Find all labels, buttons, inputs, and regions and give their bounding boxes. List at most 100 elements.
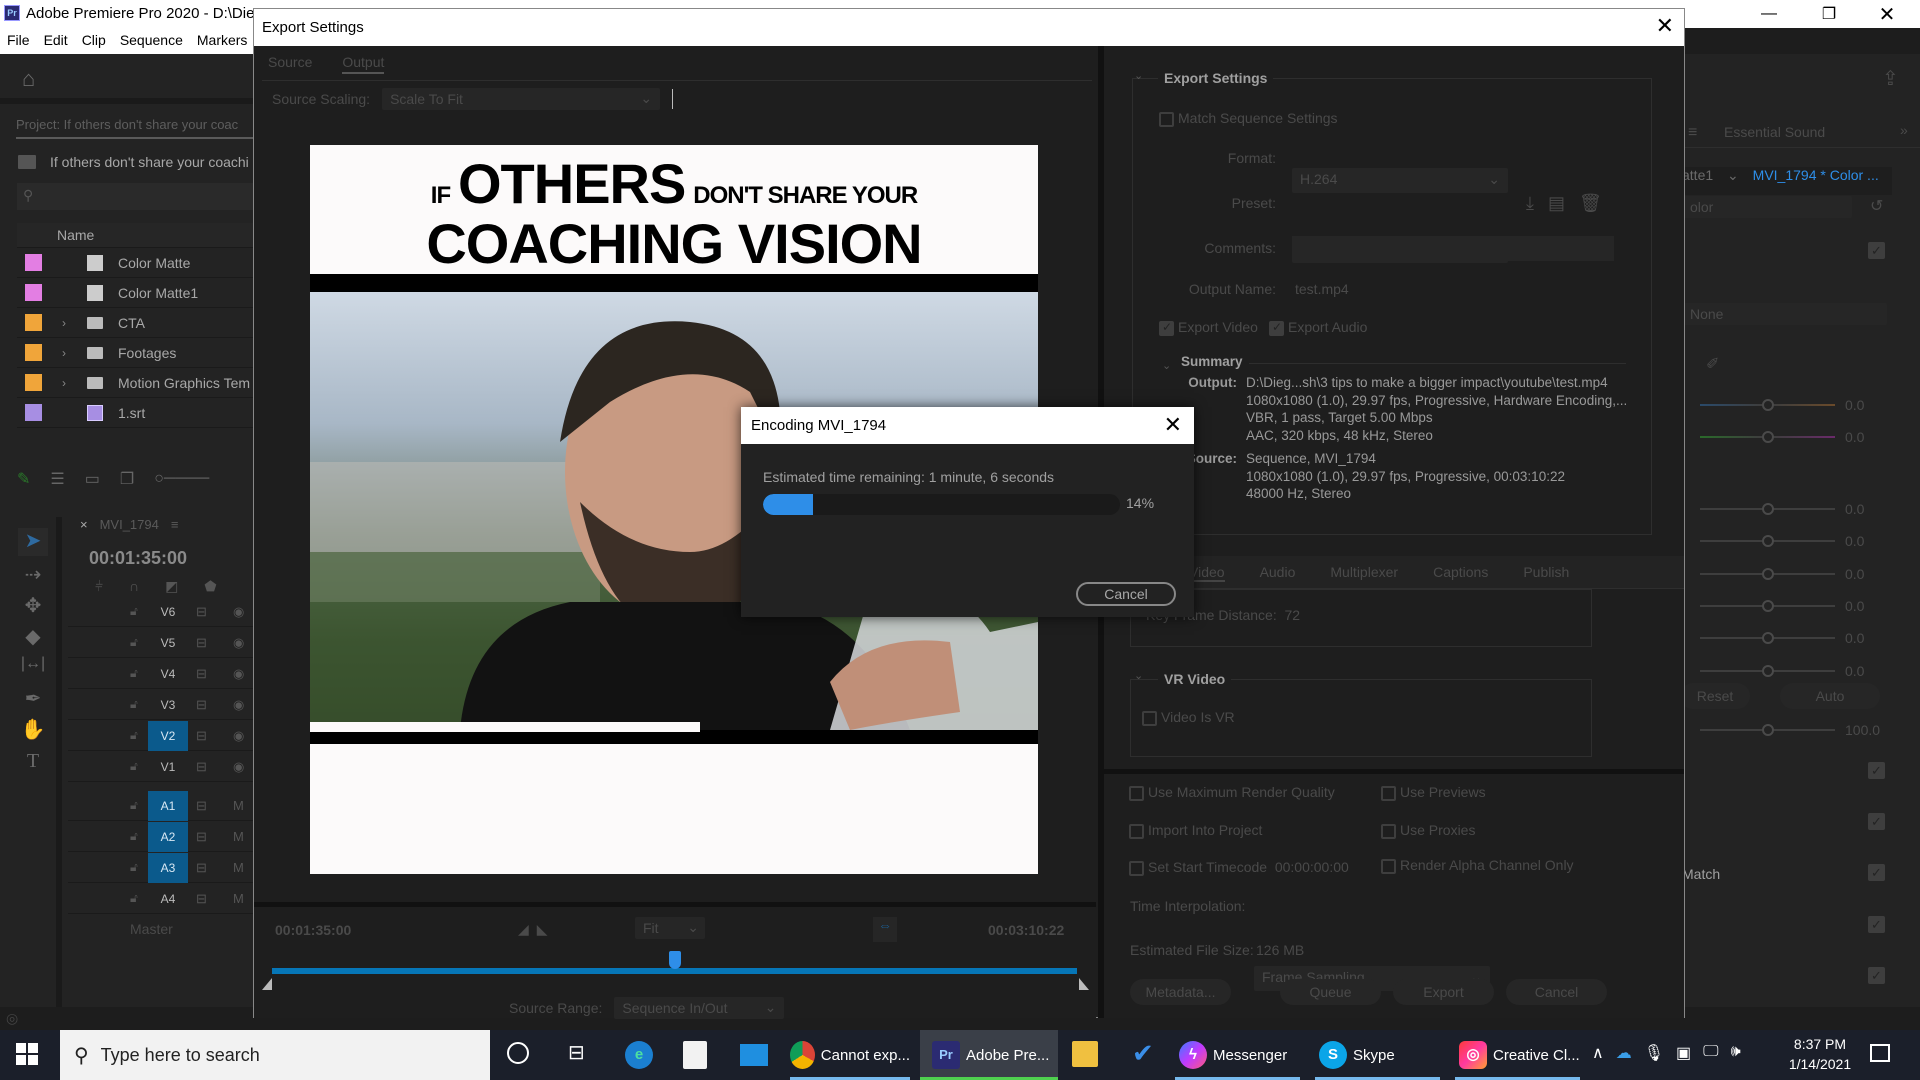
clip-label[interactable]: atte1 [1682, 167, 1713, 183]
taskbar-item-creative-cloud[interactable]: ◎ Creative Cl... [1455, 1030, 1580, 1080]
mute-button[interactable]: M [233, 860, 244, 875]
linked-select-icon[interactable]: ◩ [165, 578, 178, 595]
mute-button[interactable]: M [233, 798, 244, 813]
project-item[interactable]: Color Matte1 [17, 278, 257, 308]
project-item[interactable]: 1.srt [17, 398, 257, 428]
track-target-toggle[interactable]: V4 [148, 659, 188, 689]
eye-icon[interactable]: ◉ [233, 759, 244, 775]
checkbox-3[interactable]: ✓ [1868, 864, 1885, 881]
lumetri-slider[interactable]: 0.0 [1700, 566, 1864, 582]
checkbox-4[interactable]: ✓ [1868, 916, 1885, 933]
cancel-export-button[interactable]: Cancel [1506, 979, 1607, 1005]
tab-essential-sound[interactable]: Essential Sound [1724, 124, 1825, 140]
sync-lock-icon[interactable]: ⊟ [196, 829, 207, 845]
sync-lock-icon[interactable]: ⊟ [196, 635, 207, 651]
menu-clip[interactable]: Clip [75, 28, 113, 54]
video-is-vr-checkbox[interactable]: Video Is VR [1142, 709, 1235, 726]
lock-icon[interactable]: 🔓︎ [130, 604, 138, 619]
playhead-handle[interactable] [668, 951, 681, 969]
network-icon[interactable]: 🖵 [1703, 1043, 1718, 1063]
track-target-toggle[interactable]: V5 [148, 628, 188, 658]
checkbox-2[interactable]: ✓ [1868, 813, 1885, 830]
eye-icon[interactable]: ◉ [233, 635, 244, 651]
lock-icon[interactable]: 🔓︎ [130, 798, 138, 813]
sync-lock-icon[interactable]: ⊟ [196, 891, 207, 907]
mark-in-out-icons[interactable]: ◢◣ [518, 921, 556, 938]
eye-icon[interactable]: ◉ [233, 604, 244, 620]
collapse-icon[interactable]: ⌄ [1134, 669, 1143, 682]
pen-tool-icon[interactable]: ✒ [18, 686, 48, 714]
label-color-swatch[interactable] [25, 344, 42, 361]
encoding-close-button[interactable]: ✕ [1164, 412, 1182, 438]
slip-tool-icon[interactable]: |↔| [18, 655, 48, 683]
task-view-icon[interactable]: ⊟ [568, 1040, 585, 1065]
home-icon[interactable]: ⌂ [22, 66, 35, 92]
hand-tool-icon[interactable]: ✋ [18, 717, 48, 745]
battery-icon[interactable]: ▣ [1676, 1043, 1691, 1063]
lock-icon[interactable]: 🔓︎ [130, 829, 138, 844]
export-video-checkbox[interactable]: Export Video [1159, 319, 1258, 336]
track-target-toggle[interactable]: A2 [148, 821, 188, 852]
microphone-icon[interactable]: 🎙 [1644, 1043, 1664, 1063]
taskbar-item-chrome[interactable]: Cannot exp... [790, 1030, 910, 1080]
menu-file[interactable]: File [0, 28, 37, 54]
slider-knob[interactable] [1762, 503, 1774, 515]
project-item[interactable]: › Motion Graphics Tem [17, 368, 257, 398]
expand-chevron-icon[interactable]: › [62, 376, 66, 390]
chevron-down-icon[interactable]: ⌄ [1727, 167, 1739, 183]
expand-chevron-icon[interactable]: › [62, 346, 66, 360]
eyedropper-icon[interactable]: ✐ [1706, 354, 1719, 374]
timeline-tab[interactable]: × MVI_1794 ≡ [80, 517, 178, 532]
match-sequence-checkbox[interactable]: Match Sequence Settings [1159, 110, 1338, 127]
freeform-view-icon[interactable]: ❐ [120, 469, 134, 489]
lock-icon[interactable]: 🔓︎ [130, 697, 138, 712]
out-point-handle[interactable] [1079, 978, 1089, 990]
list-view-icon[interactable]: ☰ [50, 469, 64, 489]
label-color-swatch[interactable] [25, 284, 42, 301]
auto-button[interactable]: Auto [1780, 683, 1880, 709]
taskbar-search-input[interactable]: ⚲ Type here to search [60, 1030, 490, 1080]
project-search-input[interactable]: ⚲ [17, 183, 257, 210]
restore-button[interactable]: ❐ [1800, 0, 1858, 28]
subtab-publish[interactable]: Publish [1523, 564, 1569, 582]
razor-tool-icon[interactable]: ◆ [18, 624, 48, 652]
close-tab-icon[interactable]: × [80, 517, 88, 532]
subtab-video[interactable]: Video [1189, 564, 1225, 582]
checkbox-5[interactable]: ✓ [1868, 967, 1885, 984]
column-header-name[interactable]: Name [17, 223, 257, 248]
reset-button[interactable]: Reset [1680, 683, 1750, 709]
sync-lock-icon[interactable]: ⊟ [196, 604, 207, 620]
slider-knob[interactable] [1762, 431, 1774, 443]
project-item[interactable]: › CTA [17, 308, 257, 338]
track-target-toggle[interactable]: A4 [148, 884, 188, 914]
edge-icon[interactable]: e [625, 1041, 653, 1069]
import-into-project-checkbox[interactable]: Import Into Project [1129, 822, 1262, 839]
use-previews-checkbox[interactable]: Use Previews [1381, 784, 1486, 801]
export-close-button[interactable]: ✕ [1656, 13, 1674, 39]
saturation-slider[interactable]: 100.0 [1700, 722, 1880, 738]
track-select-tool-icon[interactable]: ⇢ [18, 562, 48, 590]
slider-knob[interactable] [1762, 665, 1774, 677]
folder-up-icon[interactable] [18, 155, 36, 169]
lumetri-slider[interactable]: 0.0 [1700, 397, 1864, 413]
sequence-link[interactable]: MVI_1794 * Color ... [1753, 167, 1879, 183]
creative-cloud-status-icon[interactable]: ◎ [6, 1010, 18, 1027]
delete-preset-icon[interactable]: 🗑 [1579, 193, 1602, 214]
mute-button[interactable]: M [233, 829, 244, 844]
fit-dropdown[interactable]: Fit ⌄ [635, 917, 705, 939]
ripple-edit-tool-icon[interactable]: ✥ [18, 593, 48, 621]
expand-chevron-icon[interactable]: › [62, 316, 66, 330]
slider-knob[interactable] [1762, 399, 1774, 411]
more-panels-icon[interactable]: » [1900, 122, 1908, 138]
import-preset-icon[interactable]: ▤ [1548, 193, 1565, 214]
lumetri-slider[interactable]: 0.0 [1700, 663, 1864, 679]
current-time[interactable]: 00:01:35:00 [275, 922, 351, 938]
slider-knob[interactable] [1762, 600, 1774, 612]
subtab-multiplexer[interactable]: Multiplexer [1330, 564, 1398, 582]
eye-icon[interactable]: ◉ [233, 666, 244, 682]
label-color-swatch[interactable] [25, 374, 42, 391]
panel-menu-icon[interactable]: ≡ [1688, 124, 1697, 142]
store-icon[interactable] [683, 1041, 707, 1069]
tab-output[interactable]: Output [342, 54, 385, 74]
track-target-toggle[interactable]: V1 [148, 752, 188, 782]
